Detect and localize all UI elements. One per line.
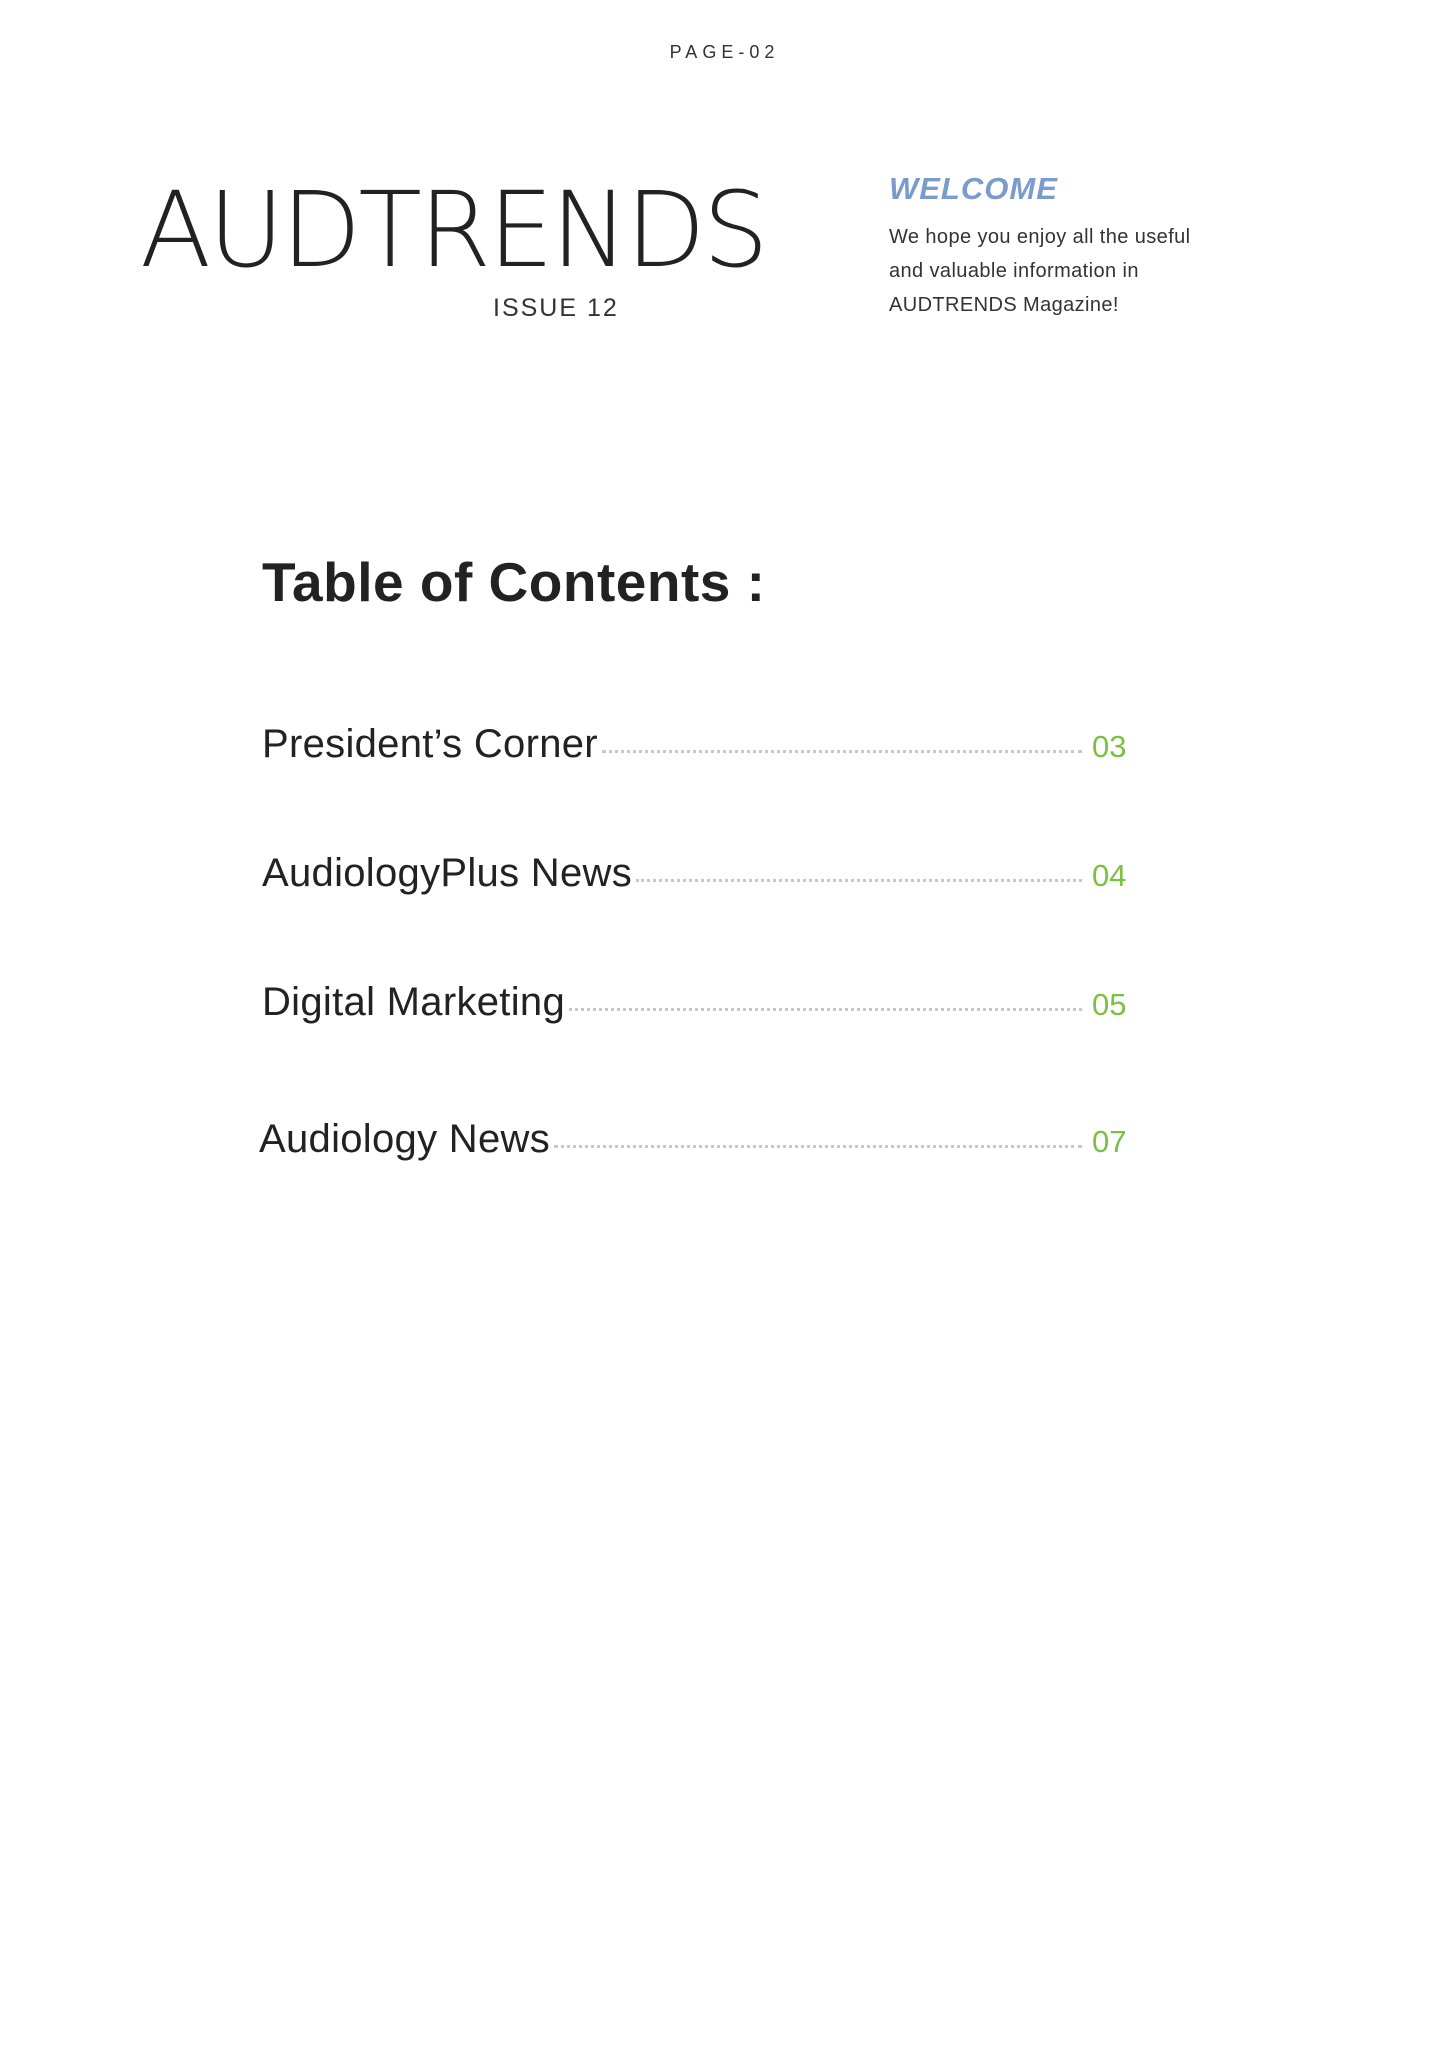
welcome-section: WELCOME We hope you enjoy all the useful… (889, 171, 1309, 322)
magazine-title: AUDTRENDS (140, 169, 769, 291)
welcome-message: We hope you enjoy all the useful and val… (889, 220, 1309, 322)
welcome-heading: WELCOME (889, 171, 1058, 206)
dotted-leader (601, 750, 1082, 753)
issue-number: ISSUE 12 (493, 294, 619, 322)
toc-entry-label: President’s Corner (262, 722, 598, 766)
toc-entry-label: AudiologyPlus News (262, 851, 633, 895)
dotted-leader (636, 879, 1082, 882)
toc-entry-page: 07 (1092, 1124, 1127, 1159)
welcome-line: AUDTRENDS Magazine! (889, 294, 1119, 317)
toc-entry-audiologyplus-news[interactable]: AudiologyPlus News 04 (262, 851, 1132, 901)
dotted-leader (569, 1008, 1082, 1011)
toc-entry-page: 05 (1092, 987, 1127, 1022)
toc-entry-page: 03 (1092, 729, 1127, 764)
toc-entry-label: Digital Marketing (262, 980, 565, 1024)
toc-entry-presidents-corner[interactable]: President’s Corner 03 (262, 722, 1132, 772)
toc-entry-label: Audiology News (259, 1117, 551, 1161)
toc-heading: Table of Contents : (262, 551, 766, 613)
toc-entry-audiology-news[interactable]: Audiology News 07 (259, 1117, 1132, 1167)
welcome-line: and valuable information in (889, 260, 1139, 283)
dotted-leader (554, 1145, 1082, 1148)
masthead: AUDTRENDS ISSUE 12 (140, 169, 780, 322)
toc-entry-digital-marketing[interactable]: Digital Marketing 05 (262, 980, 1132, 1030)
toc-entry-page: 04 (1092, 858, 1127, 893)
page-number-label: PAGE-02 (669, 42, 780, 62)
welcome-line: We hope you enjoy all the useful (889, 226, 1191, 249)
